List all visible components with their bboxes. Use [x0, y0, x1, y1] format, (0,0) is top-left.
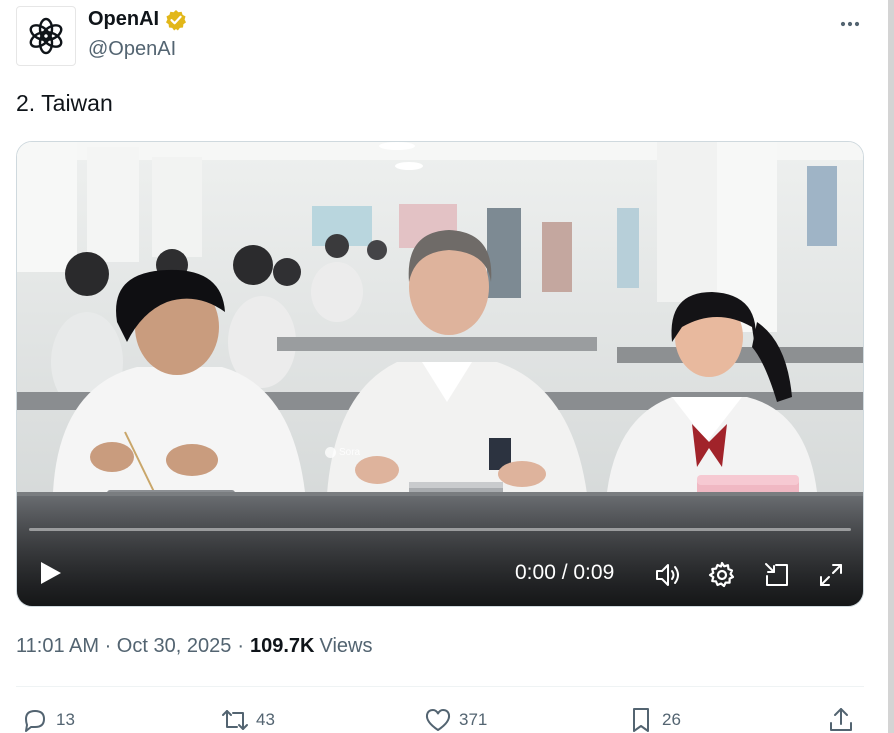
bookmark-button[interactable]: 26 — [626, 705, 681, 733]
settings-button[interactable] — [707, 560, 737, 590]
tweet-header: OpenAI @OpenAI — [16, 6, 876, 66]
more-options-button[interactable] — [836, 10, 864, 38]
like-button[interactable]: 371 — [423, 705, 487, 733]
bookmark-count: 26 — [662, 710, 681, 729]
volume-icon — [656, 564, 679, 586]
tweet-meta: 11:01 AM · Oct 30, 2025 · 109.7K Views — [16, 635, 372, 658]
play-icon — [41, 562, 61, 584]
views-label: Views — [319, 635, 373, 657]
gear-icon — [708, 561, 735, 588]
reply-button[interactable]: 13 — [20, 705, 75, 733]
video-progress-bar[interactable] — [29, 528, 851, 531]
volume-button[interactable] — [653, 560, 683, 590]
reply-icon — [25, 710, 45, 732]
repost-button[interactable]: 43 — [220, 705, 275, 733]
repost-icon — [222, 710, 248, 730]
verified-badge-icon[interactable] — [165, 9, 187, 31]
share-icon — [830, 708, 852, 731]
play-button[interactable] — [35, 558, 65, 588]
tweet-text: 2. Taiwan — [16, 90, 113, 116]
timestamp[interactable]: 11:01 AM · Oct 30, 2025 — [16, 635, 231, 658]
watermark-label: Sora — [339, 447, 361, 458]
fullscreen-icon — [820, 564, 842, 586]
more-dots-icon — [840, 21, 860, 27]
time-display: 0:00 / 0:09 — [515, 561, 615, 584]
picture-in-picture-button[interactable] — [762, 560, 792, 590]
repost-count: 43 — [256, 710, 275, 729]
picture-in-picture-icon — [765, 563, 788, 586]
fullscreen-button[interactable] — [816, 560, 846, 590]
openai-logo-icon — [29, 17, 63, 55]
divider — [16, 686, 864, 687]
like-count: 371 — [459, 710, 488, 729]
meta-separator: · — [237, 635, 244, 657]
share-button[interactable] — [826, 705, 856, 733]
reply-count: 13 — [56, 710, 75, 729]
video-player[interactable]: Sora 0:00 / 0:09 — [16, 141, 864, 607]
name-row: OpenAI — [88, 8, 187, 31]
views-count: 109.7K — [249, 635, 315, 657]
heart-icon — [425, 709, 451, 731]
bookmark-icon — [633, 708, 649, 732]
sora-logo-icon — [325, 447, 336, 458]
sora-watermark: Sora — [325, 447, 360, 458]
action-bar: 13 43 371 26 — [16, 705, 864, 733]
handle[interactable]: @OpenAI — [88, 38, 176, 61]
display-name[interactable]: OpenAI — [88, 8, 159, 31]
scrollbar-track[interactable] — [888, 0, 894, 733]
scrollbar-thumb[interactable] — [888, 0, 894, 733]
avatar[interactable] — [16, 6, 76, 66]
